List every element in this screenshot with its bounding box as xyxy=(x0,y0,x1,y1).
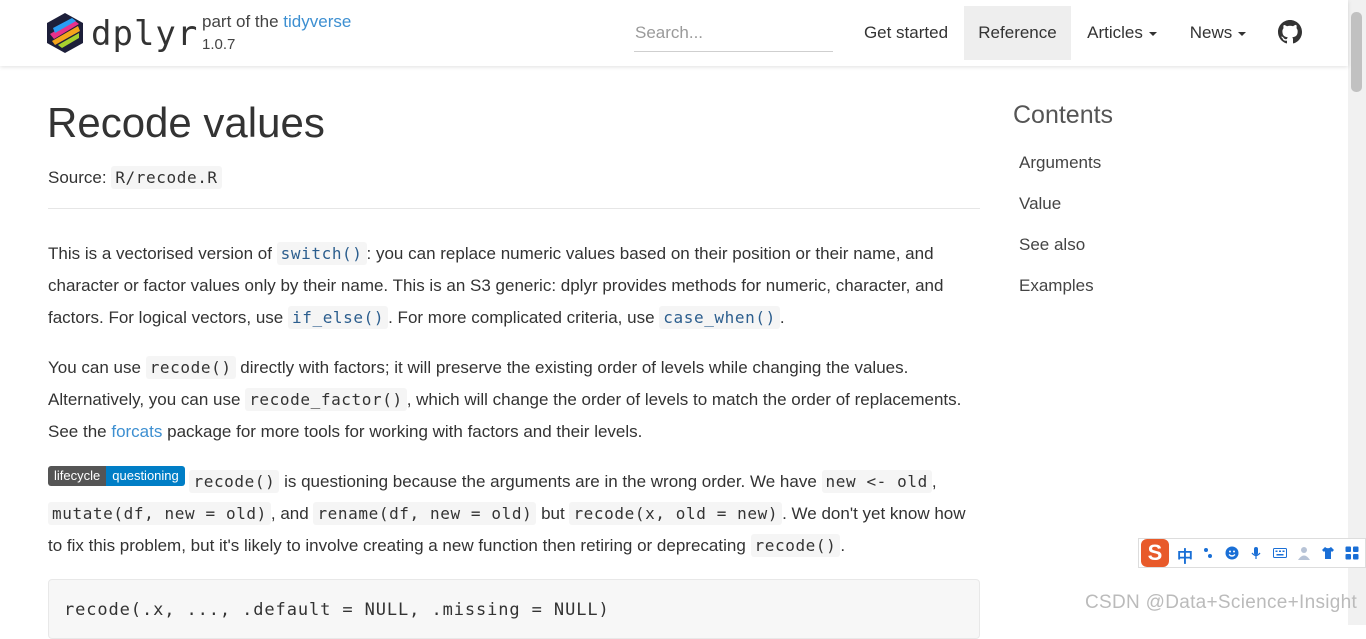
switch-link[interactable]: switch() xyxy=(276,242,367,265)
badge-right: questioning xyxy=(106,466,185,486)
recode-code: recode() xyxy=(145,356,236,379)
sogou-logo-icon[interactable]: S xyxy=(1141,539,1169,567)
keyboard-icon[interactable] xyxy=(1273,546,1287,560)
p3-text-6: . xyxy=(840,536,846,555)
microphone-icon[interactable] xyxy=(1249,546,1263,560)
p1-text-3: . For more complicated criteria, use xyxy=(388,308,655,327)
nav-reference[interactable]: Reference xyxy=(964,6,1071,60)
nav-reference-label: Reference xyxy=(978,23,1057,42)
lifecycle-paragraph: lifecycle questioning recode() is questio… xyxy=(48,466,980,562)
nav-news-dropdown[interactable]: News xyxy=(1175,6,1261,60)
scrollbar-thumb[interactable] xyxy=(1351,12,1362,92)
divider xyxy=(48,208,980,209)
search-input[interactable] xyxy=(634,14,833,52)
user-icon[interactable] xyxy=(1297,546,1311,560)
recode-factor-code: recode_factor() xyxy=(245,388,407,411)
nav-news-label: News xyxy=(1189,23,1233,42)
ime-toolbar: S 中 xyxy=(1138,538,1366,568)
toc-item-value[interactable]: Value xyxy=(1019,193,1061,215)
recode-factor-link[interactable]: recode_factor() xyxy=(245,388,407,411)
toc-item-arguments[interactable]: Arguments xyxy=(1019,152,1101,174)
case-when-code: case_when() xyxy=(659,306,780,329)
usage-code-block[interactable]: recode(.x, ..., .default = NULL, .missin… xyxy=(48,579,980,639)
lifecycle-badge[interactable]: lifecycle questioning xyxy=(48,466,185,486)
toc-item-see-also[interactable]: See also xyxy=(1019,234,1085,256)
source-file-code: R/recode.R xyxy=(111,166,222,189)
recode-code: recode() xyxy=(189,470,280,493)
if-else-code: if_else() xyxy=(288,306,389,329)
part-of-text: part of the tidyverse xyxy=(202,12,351,32)
nav-get-started-label: Get started xyxy=(863,23,949,42)
nav-articles-label: Articles xyxy=(1087,23,1143,42)
new-old-code: new <- old xyxy=(821,470,932,493)
recode-code-2: recode() xyxy=(750,534,841,557)
description-paragraph-1: This is a vectorised version of switch()… xyxy=(48,238,980,334)
forcats-link[interactable]: forcats xyxy=(111,422,162,441)
if-else-link[interactable]: if_else() xyxy=(288,306,389,329)
case-when-link[interactable]: case_when() xyxy=(659,306,780,329)
toc-item-examples[interactable]: Examples xyxy=(1019,275,1094,297)
recode-x-code: recode(x, old = new) xyxy=(569,502,783,525)
version-label: 1.0.7 xyxy=(202,36,236,53)
p1-text-1: This is a vectorised version of xyxy=(48,244,272,263)
caret-down-icon xyxy=(1148,31,1157,36)
ime-mode-toggle[interactable]: 中 xyxy=(1177,543,1193,567)
toc-title: Contents xyxy=(1013,101,1114,129)
page-title: Recode values xyxy=(47,99,325,146)
emoji-icon[interactable] xyxy=(1225,546,1239,560)
p2-text-1: You can use xyxy=(48,358,141,377)
part-of-prefix: part of the xyxy=(202,12,284,31)
tidyverse-link[interactable]: tidyverse xyxy=(283,12,351,31)
shirt-icon[interactable] xyxy=(1321,546,1335,560)
scrollbar-track[interactable] xyxy=(1348,0,1366,625)
mutate-code: mutate(df, new = old) xyxy=(48,502,271,525)
github-icon[interactable] xyxy=(1278,20,1302,44)
source-line: Source: R/recode.R xyxy=(48,164,222,192)
watermark-text: CSDN @Data+Science+Insight xyxy=(1085,592,1358,613)
p2-text-4: package for more tools for working with … xyxy=(167,422,643,441)
rename-code: rename(df, new = old) xyxy=(313,502,537,525)
caret-down-icon xyxy=(1238,31,1247,36)
usage-code: recode(.x, ..., .default = NULL, .missin… xyxy=(64,600,610,620)
punctuation-icon[interactable] xyxy=(1201,546,1215,560)
switch-code: switch() xyxy=(276,242,367,265)
nav-get-started[interactable]: Get started xyxy=(850,6,962,60)
nav-articles-dropdown[interactable]: Articles xyxy=(1073,6,1171,60)
navbar: dplyr part of the tidyverse 1.0.7 Get st… xyxy=(0,0,1348,66)
p3-text-2: , xyxy=(931,472,937,491)
grid-icon[interactable] xyxy=(1345,546,1359,560)
brand-name[interactable]: dplyr xyxy=(91,12,198,56)
source-label: Source: xyxy=(48,168,107,187)
p3-text-4: but xyxy=(541,504,565,523)
p3-text-3: , and xyxy=(270,504,309,523)
p3-text-1: is questioning because the arguments are… xyxy=(284,472,817,491)
source-file-link[interactable]: R/recode.R xyxy=(111,166,222,189)
dplyr-hex-logo[interactable] xyxy=(46,12,84,54)
p1-text-4: . xyxy=(779,308,785,327)
badge-left: lifecycle xyxy=(48,466,107,486)
description-paragraph-2: You can use recode() directly with facto… xyxy=(48,352,980,448)
